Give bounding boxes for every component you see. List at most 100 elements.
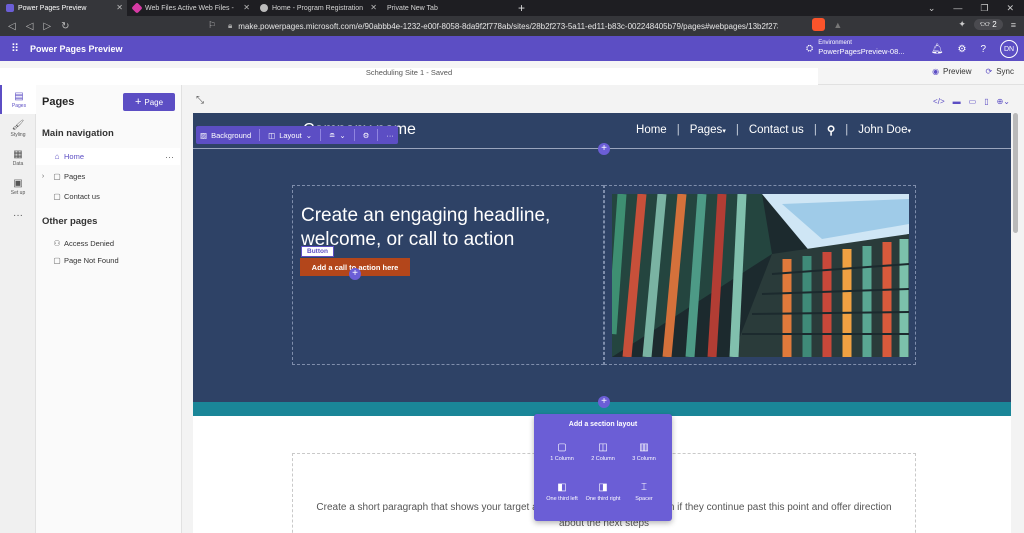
tablet-icon[interactable]: ▭ <box>969 97 977 106</box>
page-item-label: Access Denied <box>64 239 115 248</box>
rewards-triangle-icon[interactable]: ▲ <box>833 20 842 30</box>
avatar[interactable]: DN <box>1000 40 1018 58</box>
align-button[interactable]: ≘ ⌄ <box>329 131 346 140</box>
tab-search-chevron-icon[interactable]: ⌄ <box>928 3 936 14</box>
other-pages-heading: Other pages <box>42 216 98 227</box>
hero-section[interactable]: Company name Home | Pages▾ | Contact us … <box>193 113 1011 402</box>
wallet-count: 2 <box>992 20 997 29</box>
browser-tab-web-files[interactable]: Web Files Active Web Files - ✕ <box>127 0 254 16</box>
site-search-icon[interactable]: ⚲ <box>827 123 835 137</box>
bookmark-icon[interactable]: ⚐ <box>208 20 216 31</box>
third-left-icon: ◧ <box>557 482 567 493</box>
rail-item-styling[interactable]: 🖌︎ Styling <box>0 114 36 143</box>
page-icon: ▤ <box>14 90 24 102</box>
desktop-icon[interactable]: ▬ <box>953 97 961 106</box>
browser-tab-home-program[interactable]: Home - Program Registration ✕ <box>254 0 381 16</box>
building-photo[interactable] <box>612 194 909 357</box>
page-item-label: Contact us <box>64 192 100 201</box>
page-item-not-found[interactable]: ▢ Page Not Found <box>36 252 180 269</box>
rail-more-icon[interactable]: ··· <box>0 201 36 230</box>
one-column-icon: ▢ <box>557 442 567 453</box>
section-settings-icon[interactable]: ⚙ <box>363 131 370 140</box>
page-item-contact-us[interactable]: ▢ Contact us <box>36 188 180 205</box>
hero-headline[interactable]: Create an engaging headline, welcome, or… <box>301 204 601 252</box>
layout-one-column[interactable]: ▢ 1 Column <box>542 442 582 463</box>
app-title: Power Pages Preview <box>30 43 123 54</box>
left-rail: ▤ Pages 🖌︎ Styling ▦ Data ▣ Set up ··· <box>0 85 36 533</box>
rail-item-setup[interactable]: ▣ Set up <box>0 172 36 201</box>
add-section-plus-icon[interactable]: + <box>598 143 610 155</box>
more-options-icon[interactable]: ··· <box>165 152 174 162</box>
layout-label: One third left <box>546 496 578 502</box>
glasses-icon: 👓︎ <box>979 20 991 29</box>
layout-button[interactable]: ◫ Layout ⌄ <box>268 131 312 140</box>
reload-icon[interactable]: ↻ <box>61 21 69 32</box>
brave-shield-icon[interactable] <box>812 18 826 31</box>
settings-gear-icon[interactable]: ⚙ <box>957 44 966 55</box>
code-icon[interactable]: </> <box>933 97 945 106</box>
lock-icon: 🔒︎ <box>228 21 233 30</box>
chevron-right-icon[interactable]: › <box>36 173 50 180</box>
table-icon: ▦ <box>13 148 23 160</box>
background-button[interactable]: ▨ Background <box>200 131 251 140</box>
chevron-down-icon: ⌄ <box>339 130 346 140</box>
rail-item-pages[interactable]: ▤ Pages <box>0 85 36 114</box>
layout-third-left[interactable]: ◧ One third left <box>542 482 582 503</box>
building-photo-graphic <box>612 194 909 357</box>
add-page-button[interactable]: + Page <box>123 93 175 111</box>
tab-title: Home - Program Registration <box>272 4 364 12</box>
layout-third-right[interactable]: ◨ One third right <box>583 482 623 503</box>
layout-spacer[interactable]: ⌶ Spacer <box>624 482 664 503</box>
minimize-icon[interactable]: — <box>953 3 962 13</box>
more-options-icon[interactable]: ··· <box>386 131 394 140</box>
page-item-pages[interactable]: › ▢ Pages <box>36 168 180 185</box>
two-column-icon: ◫ <box>598 442 608 453</box>
text-column[interactable]: Create an engaging headline, welcome, or… <box>292 185 604 365</box>
section-toolbar: ▨ Background ◫ Layout ⌄ ≘ ⌄ ⚙ ··· <box>196 126 398 144</box>
environment-picker[interactable]: ⛭ Environment PowerPagesPreview-08... <box>806 39 905 57</box>
site-nav-contact[interactable]: Contact us <box>749 124 804 136</box>
sync-button[interactable]: ⟳ Sync <box>986 67 1015 76</box>
site-nav-pages[interactable]: Pages▾ <box>690 124 726 136</box>
url-field[interactable]: 🔒︎ make.powerpages.microsoft.com/e/90abb… <box>228 19 778 33</box>
site-nav-user[interactable]: John Doe▾ <box>858 124 911 136</box>
window-close-icon[interactable]: ✕ <box>1006 3 1014 14</box>
add-section-plus-icon[interactable]: + <box>598 396 610 408</box>
header-icons: 🔔︎ ⚙ ? DN <box>931 40 1018 58</box>
panel-title: Pages <box>42 96 75 108</box>
close-icon[interactable]: ✕ <box>116 3 123 12</box>
browser-tab-strip: Power Pages Preview ✕ Web Files Active W… <box>0 0 1024 16</box>
extensions-icon[interactable]: ✦ <box>958 19 966 30</box>
zoom-icon[interactable]: ⊕⌄ <box>997 97 1010 106</box>
image-icon: ▨ <box>200 130 208 140</box>
new-tab-plus-icon[interactable]: + <box>508 1 535 15</box>
mobile-icon[interactable]: ▯ <box>984 97 988 106</box>
caret-down-icon: ▾ <box>907 128 911 135</box>
layout-three-column[interactable]: ▥ 3 Column <box>624 442 664 463</box>
add-component-plus-icon[interactable]: + <box>349 268 361 280</box>
preview-button[interactable]: ◉ Preview <box>932 67 971 76</box>
layout-two-column[interactable]: ◫ 2 Column <box>583 442 623 463</box>
wallet-pill[interactable]: 👓︎ 2 <box>973 19 1003 30</box>
site-nav-pages-label: Pages <box>689 124 723 136</box>
help-icon[interactable]: ? <box>980 44 986 55</box>
site-nav-home[interactable]: Home <box>636 124 667 136</box>
image-column[interactable] <box>604 185 916 365</box>
browser-tab-power-pages[interactable]: Power Pages Preview ✕ <box>0 0 127 16</box>
browser-tab-private[interactable]: Private New Tab <box>381 0 508 16</box>
close-icon[interactable]: ✕ <box>370 3 377 12</box>
address-bar-actions: ▲ ✦ 👓︎ 2 ≡ <box>812 18 1016 31</box>
rail-item-data[interactable]: ▦ Data <box>0 143 36 172</box>
canvas-scrollbar[interactable] <box>1013 113 1018 233</box>
notifications-bell-icon[interactable]: 🔔︎ <box>931 44 944 55</box>
browser-menu-icon[interactable]: ≡ <box>1011 20 1016 30</box>
collapse-icon[interactable]: ⤡ <box>196 95 204 106</box>
close-icon[interactable]: ✕ <box>243 3 250 12</box>
forward-icon[interactable]: ▷ <box>43 21 51 32</box>
back-icon[interactable]: ◁ <box>26 21 34 32</box>
app-launcher-icon[interactable]: ⠿ <box>0 42 30 55</box>
page-item-home[interactable]: ⌂ Home ··· <box>36 148 180 165</box>
page-item-access-denied[interactable]: ⚇ Access Denied <box>36 235 180 252</box>
restore-icon[interactable]: ❐ <box>980 3 988 14</box>
sidebar-toggle-icon[interactable]: ◁ <box>8 21 16 32</box>
